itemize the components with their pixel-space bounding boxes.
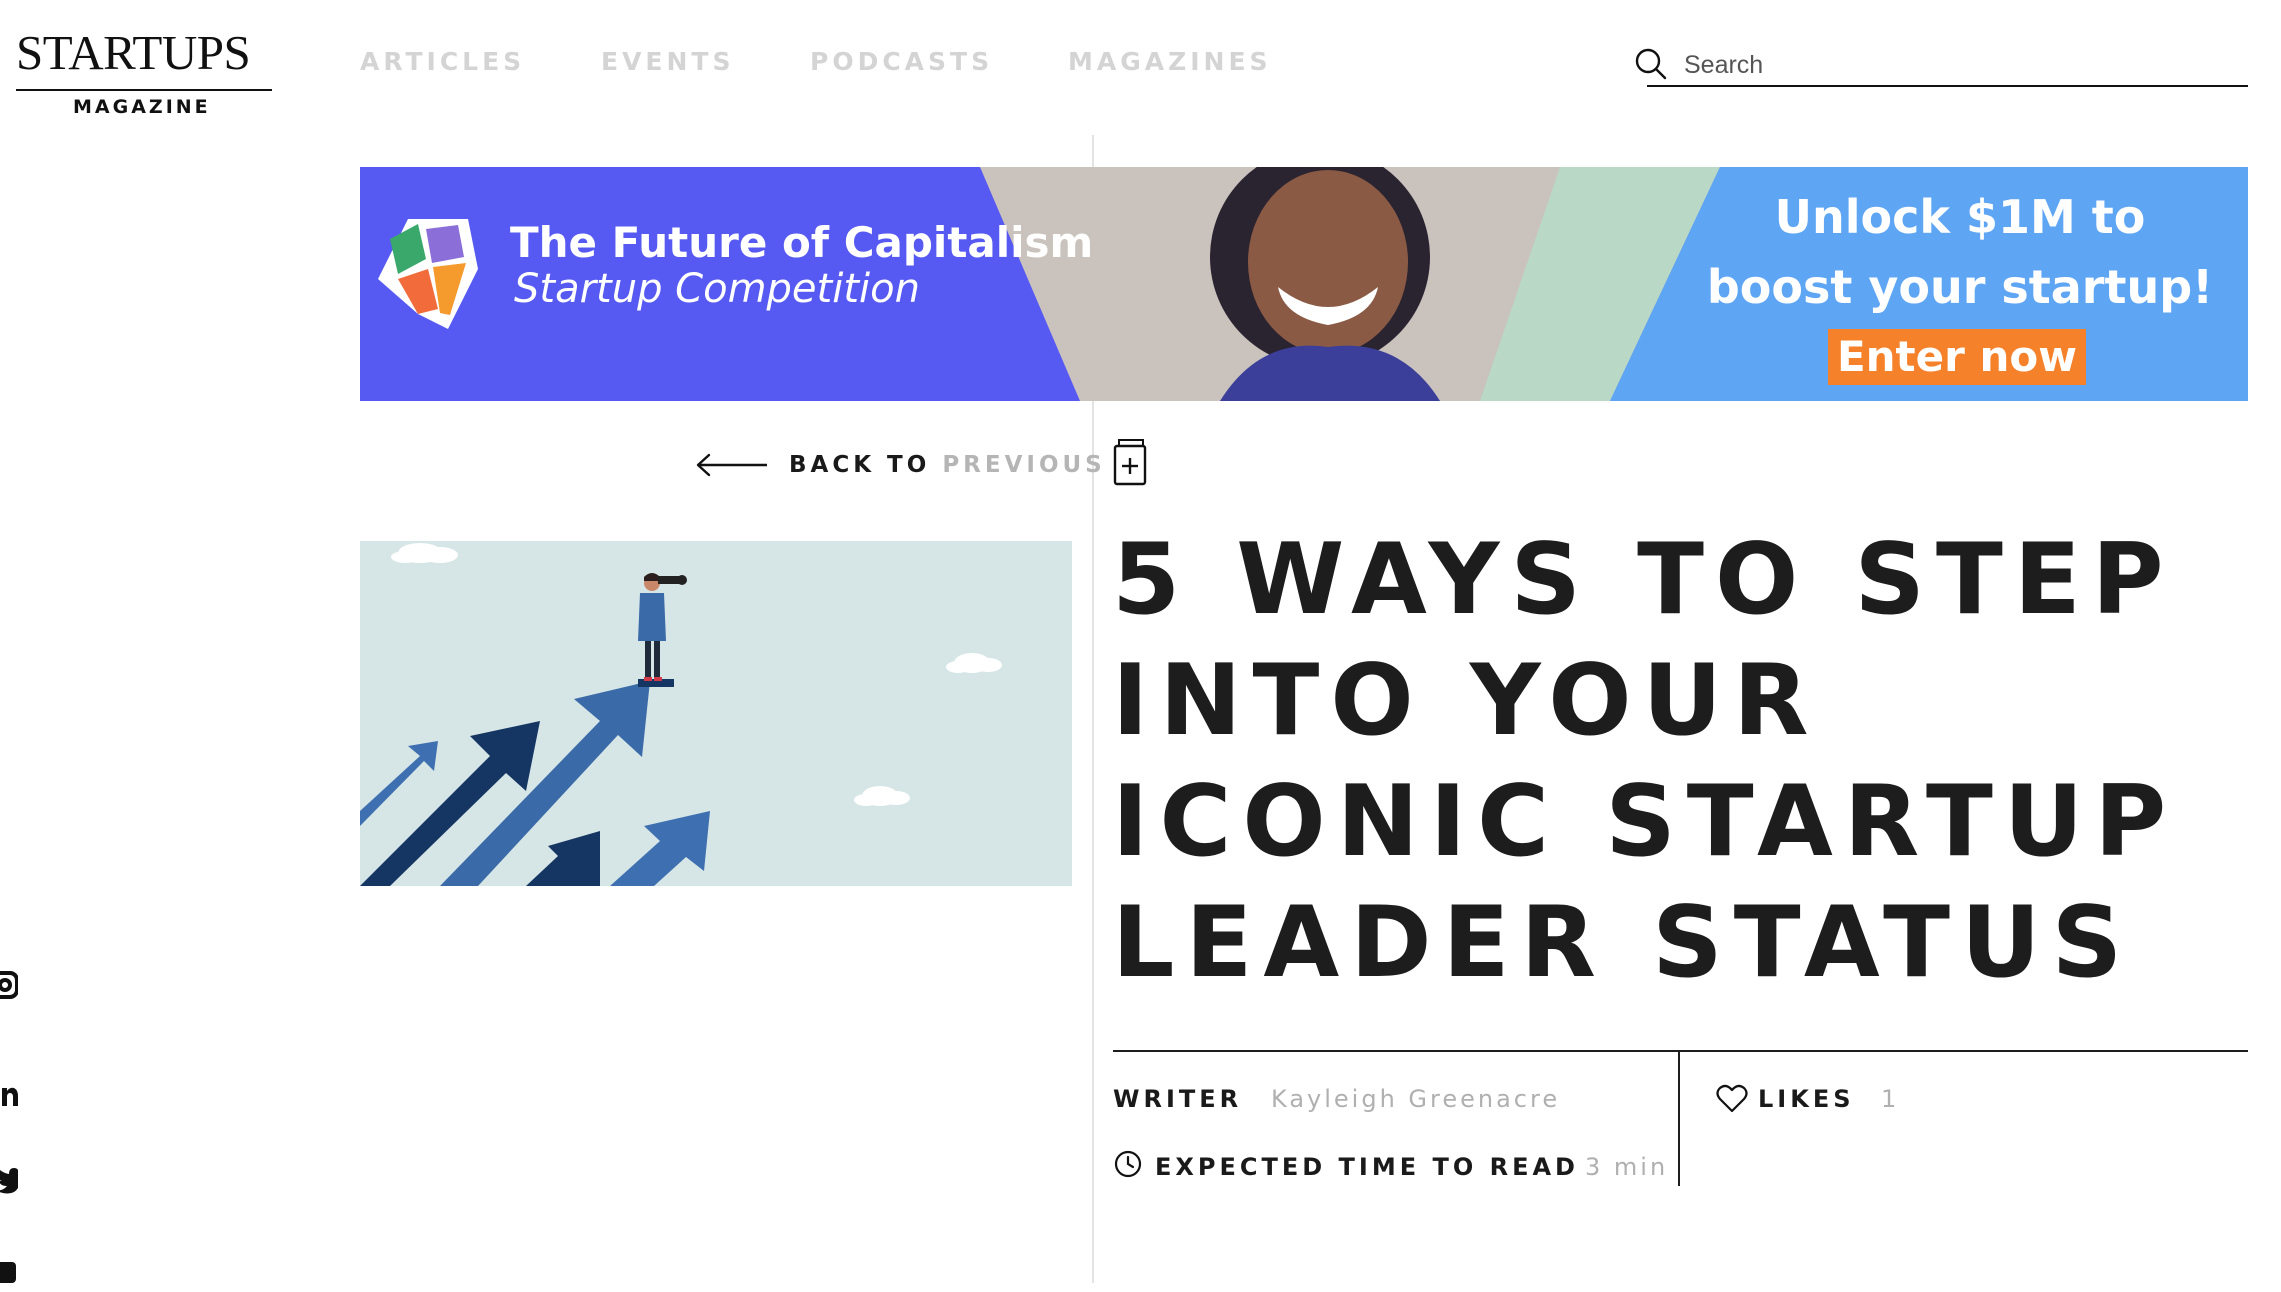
enter-now-button[interactable]: Enter now: [1828, 329, 2086, 385]
read-time-value: 3 min: [1585, 1153, 1669, 1181]
back-label: BACK TO PREVIOUS: [789, 452, 1106, 478]
growth-arrows-illustration: [360, 541, 1072, 886]
linkedin-icon[interactable]: [0, 1078, 18, 1108]
instagram-icon[interactable]: [0, 970, 18, 1000]
nav-magazines[interactable]: MAGAZINES: [1068, 47, 1272, 76]
nav-podcasts[interactable]: PODCASTS: [810, 47, 993, 76]
logo-wordmark[interactable]: STARTUPS: [16, 28, 251, 77]
banner-cta-line1: Unlock $1M to: [1774, 190, 2146, 244]
article-hero-image: [360, 541, 1072, 886]
search-input[interactable]: [1684, 46, 2244, 84]
article-title: 5 WAYS TO STEP INTO YOUR ICONIC STARTUP …: [1112, 523, 2178, 1000]
arrow-left-icon: [696, 453, 767, 477]
nav-articles[interactable]: ARTICLES: [360, 47, 525, 76]
nav-events[interactable]: EVENTS: [601, 47, 735, 76]
back-to-previous-link[interactable]: BACK TO PREVIOUS: [695, 452, 1106, 478]
logo-subtitle[interactable]: MAGAZINE: [73, 96, 211, 118]
likes-count: 1: [1881, 1085, 1900, 1113]
back-target: PREVIOUS: [942, 452, 1106, 478]
likes-label: LIKES: [1758, 1085, 1855, 1113]
meta-vertical-rule: [1678, 1052, 1680, 1186]
banner-title: The Future of Capitalism: [510, 218, 1094, 267]
writer-name[interactable]: Kayleigh Greenacre: [1271, 1085, 1560, 1113]
search-icon[interactable]: [1635, 48, 1667, 80]
banner-cta-line2: boost your startup!: [1706, 260, 2214, 314]
back-prefix: BACK TO: [789, 452, 931, 478]
meta-top-rule: [1113, 1050, 2248, 1052]
search-underline: [1647, 85, 2248, 87]
social-icon[interactable]: [0, 1262, 18, 1292]
logo-divider: [16, 89, 272, 91]
clock-icon: [1114, 1150, 1142, 1178]
heart-icon[interactable]: [1716, 1084, 1748, 1114]
twitter-icon[interactable]: [0, 1168, 18, 1198]
writer-label: WRITER: [1113, 1085, 1243, 1113]
read-time-label: EXPECTED TIME TO READ: [1155, 1153, 1579, 1181]
banner-subtitle: Startup Competition: [514, 266, 920, 312]
add-bookmark-icon[interactable]: [1113, 438, 1147, 486]
